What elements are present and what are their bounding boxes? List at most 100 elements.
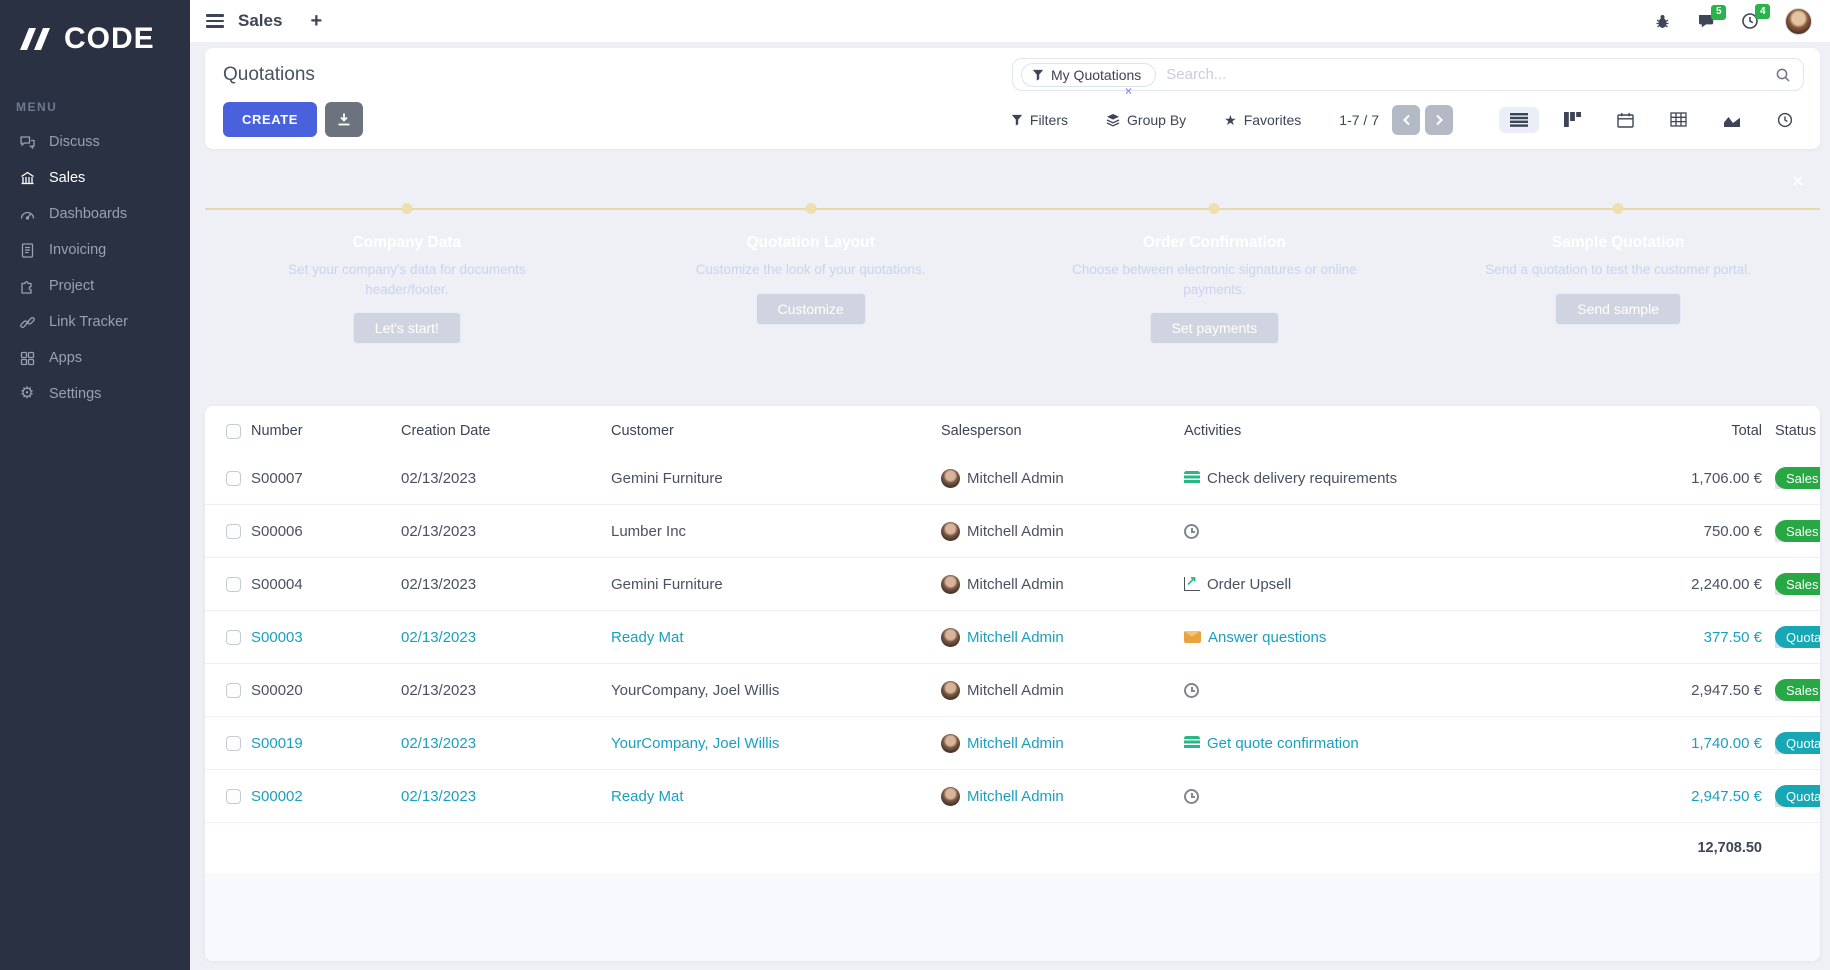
table-row[interactable]: S00006 02/13/2023 Lumber Inc Mitchell Ad…	[205, 504, 1820, 558]
row-checkbox[interactable]	[226, 577, 241, 593]
cell-total[interactable]: 2,947.50 €	[1564, 663, 1762, 717]
row-checkbox[interactable]	[226, 630, 241, 646]
sidebar-item-project[interactable]: Project	[0, 268, 190, 304]
cell-customer[interactable]: Ready Mat	[611, 610, 941, 664]
column-header-total[interactable]: Total	[1564, 406, 1762, 452]
banner-close-icon[interactable]: ×	[1792, 170, 1804, 194]
sidebar-item-settings[interactable]: ⚙ Settings	[0, 376, 190, 412]
cell-number[interactable]: S00003	[251, 610, 401, 664]
row-checkbox[interactable]	[226, 736, 241, 752]
app-title[interactable]: Sales	[238, 11, 282, 31]
view-list-button[interactable]	[1499, 106, 1539, 133]
search-facet-my-quotations[interactable]: My Quotations	[1021, 62, 1157, 87]
activity-list-icon[interactable]	[1184, 736, 1200, 750]
cell-salesperson[interactable]: Mitchell Admin	[967, 788, 1064, 805]
cell-customer[interactable]: Gemini Furniture	[611, 557, 941, 611]
cell-salesperson[interactable]: Mitchell Admin	[967, 629, 1064, 646]
column-header-activities[interactable]: Activities	[1184, 406, 1564, 452]
table-row[interactable]: S00004 02/13/2023 Gemini Furniture Mitch…	[205, 557, 1820, 611]
cell-creation-date[interactable]: 02/13/2023	[401, 663, 611, 717]
facet-remove-icon[interactable]: ×	[1125, 84, 1132, 98]
cell-creation-date[interactable]: 02/13/2023	[401, 716, 611, 770]
cell-customer[interactable]: Gemini Furniture	[611, 452, 941, 505]
search-input[interactable]	[1166, 66, 1775, 83]
cell-total[interactable]: 2,240.00 €	[1564, 557, 1762, 611]
cell-salesperson[interactable]: Mitchell Admin	[967, 470, 1064, 487]
cell-customer[interactable]: Lumber Inc	[611, 504, 941, 558]
sidebar-item-link-tracker[interactable]: Link Tracker	[0, 304, 190, 340]
cell-customer[interactable]: YourCompany, Joel Willis	[611, 663, 941, 717]
group-by-button[interactable]: Group By	[1106, 112, 1186, 128]
view-kanban-button[interactable]	[1553, 106, 1592, 133]
table-row[interactable]: S00020 02/13/2023 YourCompany, Joel Will…	[205, 663, 1820, 717]
sidebar-item-sales[interactable]: Sales	[0, 160, 190, 196]
table-row[interactable]: S00019 02/13/2023 YourCompany, Joel Will…	[205, 716, 1820, 770]
lets-start-button[interactable]: Let's start!	[352, 312, 461, 345]
cell-total[interactable]: 1,740.00 €	[1564, 716, 1762, 770]
table-row[interactable]: S00007 02/13/2023 Gemini Furniture Mitch…	[205, 452, 1820, 505]
cell-customer[interactable]: YourCompany, Joel Willis	[611, 716, 941, 770]
cell-salesperson[interactable]: Mitchell Admin	[967, 682, 1064, 699]
activity-clock-icon[interactable]	[1184, 523, 1199, 539]
user-avatar[interactable]	[1785, 7, 1812, 35]
column-header-status[interactable]: Status	[1762, 406, 1820, 452]
app-logo[interactable]: CODE	[0, 0, 190, 56]
row-checkbox[interactable]	[226, 471, 241, 487]
cell-creation-date[interactable]: 02/13/2023	[401, 769, 611, 823]
send-sample-button[interactable]: Send sample	[1555, 292, 1681, 325]
column-header-customer[interactable]: Customer	[611, 406, 941, 452]
cell-total[interactable]: 2,947.50 €	[1564, 769, 1762, 823]
activity-label[interactable]: Answer questions	[1208, 629, 1326, 646]
cell-salesperson[interactable]: Mitchell Admin	[967, 523, 1064, 540]
sidebar-item-apps[interactable]: Apps	[0, 340, 190, 376]
activity-label[interactable]: Order Upsell	[1207, 576, 1291, 593]
search-icon[interactable]	[1775, 67, 1791, 83]
table-row[interactable]: S00003 02/13/2023 Ready Mat Mitchell Adm…	[205, 610, 1820, 664]
activities-clock-icon[interactable]: 4	[1741, 4, 1770, 30]
menu-hamburger-icon[interactable]	[206, 14, 224, 28]
row-checkbox[interactable]	[226, 524, 241, 540]
cell-number[interactable]: S00007	[251, 452, 401, 505]
cell-salesperson[interactable]: Mitchell Admin	[967, 735, 1064, 752]
cell-number[interactable]: S00020	[251, 663, 401, 717]
cell-total[interactable]: 1,706.00 €	[1564, 452, 1762, 505]
table-row[interactable]: S00002 02/13/2023 Ready Mat Mitchell Adm…	[205, 769, 1820, 823]
column-header-creation-date[interactable]: Creation Date	[401, 406, 611, 452]
cell-number[interactable]: S00006	[251, 504, 401, 558]
select-all-checkbox[interactable]	[226, 423, 241, 439]
set-payments-button[interactable]: Set payments	[1149, 312, 1280, 345]
row-checkbox[interactable]	[226, 789, 241, 805]
sidebar-item-invoicing[interactable]: Invoicing	[0, 232, 190, 268]
view-calendar-button[interactable]	[1606, 106, 1645, 134]
activity-chart-icon[interactable]	[1184, 573, 1200, 591]
cell-number[interactable]: S00002	[251, 769, 401, 823]
cell-total[interactable]: 750.00 €	[1564, 504, 1762, 558]
cell-number[interactable]: S00019	[251, 716, 401, 770]
pager-next-button[interactable]	[1425, 104, 1453, 135]
activity-clock-icon[interactable]	[1184, 788, 1199, 804]
add-tab-button[interactable]: +	[310, 11, 322, 31]
cell-creation-date[interactable]: 02/13/2023	[401, 504, 611, 558]
row-checkbox[interactable]	[226, 683, 241, 699]
cell-creation-date[interactable]: 02/13/2023	[401, 610, 611, 664]
cell-number[interactable]: S00004	[251, 557, 401, 611]
sidebar-item-dashboards[interactable]: Dashboards	[0, 196, 190, 232]
activity-label[interactable]: Check delivery requirements	[1207, 470, 1397, 487]
cell-creation-date[interactable]: 02/13/2023	[401, 557, 611, 611]
cell-creation-date[interactable]: 02/13/2023	[401, 452, 611, 505]
cell-salesperson[interactable]: Mitchell Admin	[967, 576, 1064, 593]
debug-bug-icon[interactable]	[1654, 13, 1671, 30]
activity-list-icon[interactable]	[1184, 471, 1200, 485]
pager-previous-button[interactable]	[1392, 104, 1420, 135]
column-header-salesperson[interactable]: Salesperson	[941, 406, 1184, 452]
cell-total[interactable]: 377.50 €	[1564, 610, 1762, 664]
cell-customer[interactable]: Ready Mat	[611, 769, 941, 823]
sidebar-item-discuss[interactable]: Discuss	[0, 124, 190, 160]
customize-button[interactable]: Customize	[755, 292, 866, 325]
activity-envelope-icon[interactable]	[1184, 631, 1201, 643]
column-header-number[interactable]: Number	[251, 406, 401, 452]
view-pivot-button[interactable]	[1659, 106, 1698, 133]
export-download-button[interactable]	[325, 102, 364, 137]
favorites-button[interactable]: ★ Favorites	[1224, 112, 1301, 128]
view-activity-button[interactable]	[1766, 106, 1804, 134]
